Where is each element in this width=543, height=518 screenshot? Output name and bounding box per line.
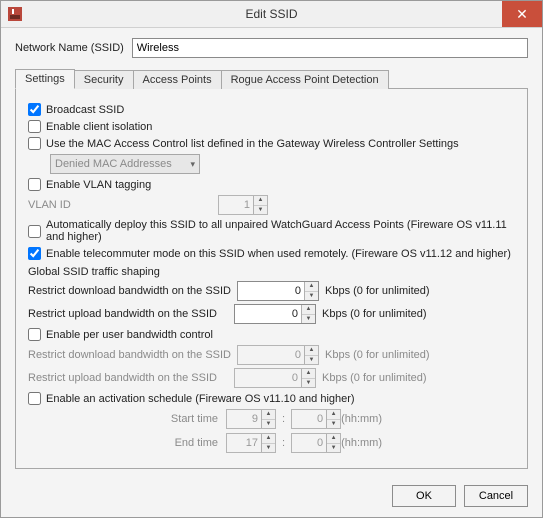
tab-rogue-ap-detection[interactable]: Rogue Access Point Detection: [221, 70, 389, 89]
schedule-label: Enable an activation schedule (Fireware …: [46, 393, 355, 405]
global-dl-label: Restrict download bandwidth on the SSID: [28, 285, 231, 297]
global-ul-spinner[interactable]: ▲▼: [234, 304, 316, 324]
broadcast-ssid-checkbox[interactable]: [28, 103, 41, 116]
tab-security[interactable]: Security: [74, 70, 134, 89]
end-min-spinner[interactable]: ▲▼: [291, 433, 341, 453]
mac-acl-label: Use the MAC Access Control list defined …: [46, 138, 459, 150]
client-isolation-label: Enable client isolation: [46, 121, 152, 133]
global-ul-label: Restrict upload bandwidth on the SSID: [28, 308, 228, 320]
app-icon: [7, 6, 23, 22]
per-user-checkbox[interactable]: [28, 328, 41, 341]
spinner-up-icon[interactable]: ▲: [302, 369, 315, 379]
per-user-ul-label: Restrict upload bandwidth on the SSID: [28, 372, 228, 384]
tab-access-points[interactable]: Access Points: [133, 70, 222, 89]
per-user-dl-spinner[interactable]: ▲▼: [237, 345, 319, 365]
auto-deploy-checkbox[interactable]: [28, 225, 41, 238]
start-hour-input[interactable]: [227, 410, 261, 428]
spinner-down-icon[interactable]: ▼: [327, 420, 340, 429]
spinner-up-icon[interactable]: ▲: [305, 346, 318, 356]
close-icon: ✕: [516, 6, 528, 23]
client-isolation-checkbox[interactable]: [28, 120, 41, 133]
auto-deploy-label: Automatically deploy this SSID to all un…: [46, 219, 515, 243]
close-button[interactable]: ✕: [502, 1, 542, 27]
spinner-up-icon[interactable]: ▲: [262, 434, 275, 444]
ok-button[interactable]: OK: [392, 485, 456, 507]
telecommuter-label: Enable telecommuter mode on this SSID wh…: [46, 248, 511, 260]
start-hour-spinner[interactable]: ▲▼: [226, 409, 276, 429]
spinner-down-icon[interactable]: ▼: [302, 379, 315, 388]
network-name-row: Network Name (SSID): [15, 38, 528, 58]
global-dl-input[interactable]: [238, 282, 304, 300]
tab-settings[interactable]: Settings: [15, 69, 75, 89]
spinner-up-icon[interactable]: ▲: [302, 305, 315, 315]
start-time-label: Start time: [28, 413, 226, 425]
end-min-input[interactable]: [292, 434, 326, 452]
start-min-input[interactable]: [292, 410, 326, 428]
spinner-down-icon[interactable]: ▼: [254, 206, 267, 215]
end-hhmm: (hh:mm): [341, 437, 382, 449]
spinner-up-icon[interactable]: ▲: [305, 282, 318, 292]
end-hour-spinner[interactable]: ▲▼: [226, 433, 276, 453]
titlebar: Edit SSID ✕: [1, 1, 542, 28]
network-name-input[interactable]: [132, 38, 528, 58]
chevron-down-icon: ▾: [190, 159, 195, 170]
per-user-label: Enable per user bandwidth control: [46, 329, 213, 341]
tab-page-settings: Broadcast SSID Enable client isolation U…: [15, 89, 528, 469]
mac-acl-combo[interactable]: Denied MAC Addresses ▾: [50, 154, 200, 174]
end-hour-input[interactable]: [227, 434, 261, 452]
spinner-down-icon[interactable]: ▼: [305, 356, 318, 365]
start-hhmm: (hh:mm): [341, 413, 382, 425]
telecommuter-checkbox[interactable]: [28, 247, 41, 260]
global-dl-spinner[interactable]: ▲▼: [237, 281, 319, 301]
start-min-spinner[interactable]: ▲▼: [291, 409, 341, 429]
mac-acl-checkbox[interactable]: [28, 137, 41, 150]
per-user-ul-unit: Kbps (0 for unlimited): [322, 372, 427, 384]
per-user-dl-input[interactable]: [238, 346, 304, 364]
spinner-up-icon[interactable]: ▲: [254, 196, 267, 206]
dialog-footer: OK Cancel: [1, 477, 542, 517]
global-ul-input[interactable]: [235, 305, 301, 323]
global-shaping-title: Global SSID traffic shaping: [28, 266, 515, 278]
global-dl-unit: Kbps (0 for unlimited): [325, 285, 430, 297]
spinner-down-icon[interactable]: ▼: [262, 444, 275, 453]
global-ul-unit: Kbps (0 for unlimited): [322, 308, 427, 320]
tabstrip: Settings Security Access Points Rogue Ac…: [15, 68, 528, 89]
end-time-label: End time: [28, 437, 226, 449]
schedule-checkbox[interactable]: [28, 392, 41, 405]
per-user-dl-label: Restrict download bandwidth on the SSID: [28, 349, 231, 361]
vlan-tagging-checkbox[interactable]: [28, 178, 41, 191]
cancel-button[interactable]: Cancel: [464, 485, 528, 507]
spinner-up-icon[interactable]: ▲: [327, 434, 340, 444]
time-colon: :: [282, 437, 285, 449]
mac-acl-combo-value: Denied MAC Addresses: [55, 158, 172, 170]
spinner-up-icon[interactable]: ▲: [327, 410, 340, 420]
per-user-ul-spinner[interactable]: ▲▼: [234, 368, 316, 388]
time-colon: :: [282, 413, 285, 425]
spinner-down-icon[interactable]: ▼: [305, 292, 318, 301]
vlan-tagging-label: Enable VLAN tagging: [46, 179, 151, 191]
vlan-id-label: VLAN ID: [28, 199, 218, 211]
spinner-up-icon[interactable]: ▲: [262, 410, 275, 420]
spinner-down-icon[interactable]: ▼: [327, 444, 340, 453]
per-user-ul-input[interactable]: [235, 369, 301, 387]
vlan-id-input[interactable]: [219, 196, 253, 214]
vlan-id-spinner[interactable]: ▲▼: [218, 195, 268, 215]
network-name-label: Network Name (SSID): [15, 42, 124, 54]
window-title: Edit SSID: [1, 7, 542, 21]
spinner-down-icon[interactable]: ▼: [262, 420, 275, 429]
per-user-dl-unit: Kbps (0 for unlimited): [325, 349, 430, 361]
edit-ssid-dialog: Edit SSID ✕ Network Name (SSID) Settings…: [0, 0, 543, 518]
spinner-down-icon[interactable]: ▼: [302, 315, 315, 324]
broadcast-ssid-label: Broadcast SSID: [46, 104, 124, 116]
